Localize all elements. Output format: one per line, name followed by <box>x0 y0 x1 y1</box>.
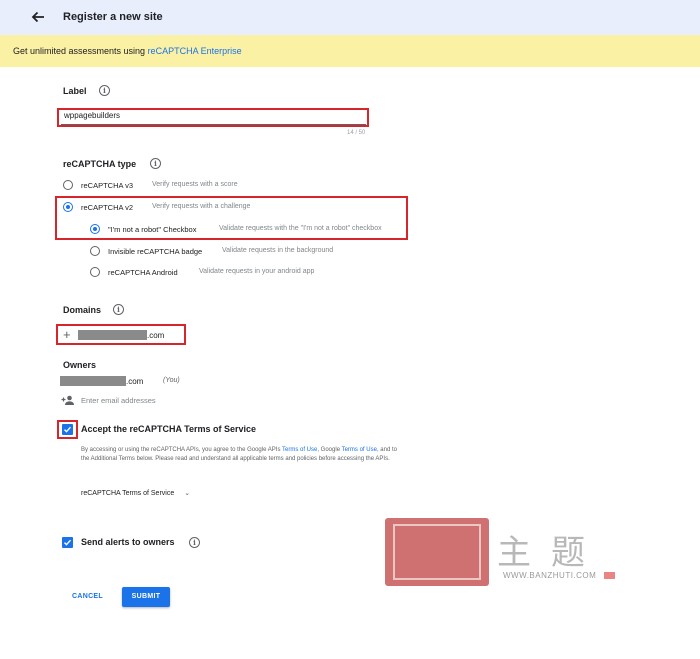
info-icon[interactable]: i <box>189 537 200 548</box>
suboption-label-invisible: Invisible reCAPTCHA badge <box>108 247 203 256</box>
highlight-box-label <box>57 108 369 127</box>
recaptcha-type-heading: reCAPTCHA type <box>63 159 137 169</box>
redacted-domain <box>78 330 147 340</box>
banner-text: Get unlimited assessments using reCAPTCH… <box>13 46 242 56</box>
domains-heading: Domains <box>63 305 102 315</box>
option-desc-v3: Verify requests with a score <box>152 181 238 188</box>
accept-terms-checkbox[interactable] <box>62 424 73 435</box>
watermark-chars: 主题 <box>497 533 605 573</box>
check-icon <box>64 426 72 433</box>
suboption-desc-checkbox: Validate requests with the "I'm not a ro… <box>219 225 382 232</box>
watermark-url: WWW.BANZHUTI.COM <box>503 571 597 580</box>
add-icon[interactable]: + <box>63 328 71 341</box>
add-person-icon <box>61 395 74 405</box>
send-alerts-checkbox[interactable] <box>62 537 73 548</box>
info-icon[interactable]: i <box>99 85 110 96</box>
submit-button[interactable]: SUBMIT <box>122 587 170 607</box>
terms-of-use-link[interactable]: Terms of Use <box>282 447 317 453</box>
tos-dropdown-label: reCAPTCHA Terms of Service <box>81 490 175 497</box>
enterprise-banner: Get unlimited assessments using reCAPTCH… <box>0 35 700 67</box>
owner-email-suffix: .com <box>126 377 144 386</box>
check-icon <box>64 539 72 546</box>
owner-you-tag: (You) <box>163 377 180 384</box>
domain-suffix: .com <box>147 331 165 340</box>
radio-android[interactable] <box>90 267 100 277</box>
watermark-seal <box>385 518 489 586</box>
suboption-desc-android: Validate requests in your android app <box>199 268 315 275</box>
label-counter: 14 / 50 <box>347 130 366 136</box>
terms-text-2: , Google <box>317 447 342 453</box>
info-icon[interactable]: i <box>150 158 161 169</box>
radio-checkbox-type[interactable] <box>90 224 100 234</box>
owners-heading: Owners <box>63 360 97 370</box>
option-label-v3: reCAPTCHA v3 <box>81 181 134 190</box>
info-icon[interactable]: i <box>113 304 124 315</box>
option-desc-v2: Verify requests with a challenge <box>152 203 251 210</box>
top-app-bar: Register a new site <box>0 0 700 35</box>
label-heading: Label <box>63 86 87 96</box>
banner-prefix: Get unlimited assessments using <box>13 46 148 56</box>
cancel-button[interactable]: CANCEL <box>72 593 103 600</box>
terms-description: By accessing or using the reCAPTCHA APIs… <box>81 446 401 464</box>
watermark-bar <box>604 572 615 579</box>
owner-email-input[interactable]: Enter email addresses <box>81 396 156 405</box>
google-terms-link[interactable]: Terms of Use <box>342 447 377 453</box>
accept-terms-label: Accept the reCAPTCHA Terms of Service <box>81 424 257 434</box>
send-alerts-label: Send alerts to owners <box>81 537 175 547</box>
suboption-desc-invisible: Validate requests in the background <box>222 247 334 254</box>
suboption-label-checkbox: "I'm not a robot" Checkbox <box>108 225 197 234</box>
option-label-v2: reCAPTCHA v2 <box>81 203 134 212</box>
radio-invisible-badge[interactable] <box>90 246 100 256</box>
recaptcha-enterprise-link[interactable]: reCAPTCHA Enterprise <box>148 46 242 56</box>
radio-recaptcha-v3[interactable] <box>63 180 73 190</box>
redacted-owner-email <box>60 376 126 386</box>
page-title: Register a new site <box>63 11 163 23</box>
tos-dropdown[interactable]: reCAPTCHA Terms of Service ⌄ <box>81 489 190 497</box>
suboption-label-android: reCAPTCHA Android <box>108 268 178 277</box>
radio-recaptcha-v2[interactable] <box>63 202 73 212</box>
terms-text-1: By accessing or using the reCAPTCHA APIs… <box>81 447 282 453</box>
chevron-down-icon: ⌄ <box>184 490 191 497</box>
arrow-back-icon[interactable] <box>28 8 48 26</box>
